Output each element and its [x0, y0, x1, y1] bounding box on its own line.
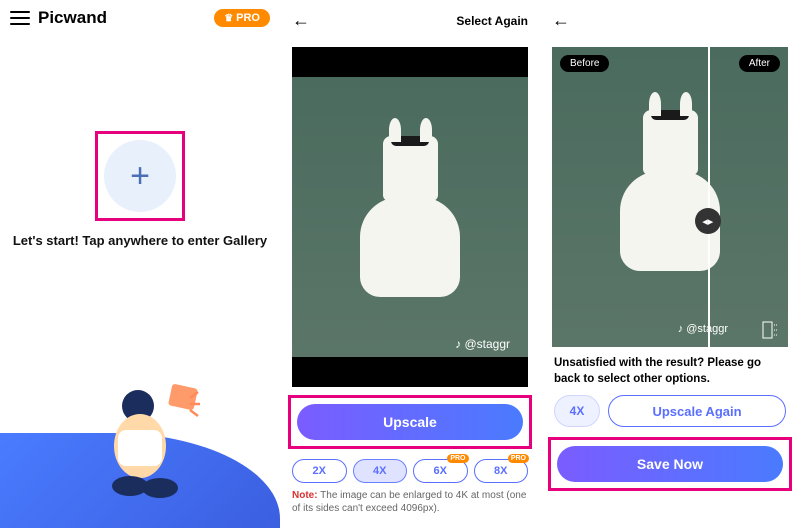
- illustration: [0, 368, 280, 528]
- add-button[interactable]: +: [104, 140, 176, 212]
- save-highlight: Save Now: [548, 437, 792, 491]
- crown-icon: ♛: [224, 13, 233, 24]
- resize-icon[interactable]: [762, 321, 780, 339]
- unsatisfied-text: Unsatisfied with the result? Please go b…: [554, 355, 786, 387]
- before-label: Before: [560, 55, 609, 72]
- app-title: Picwand: [38, 8, 206, 28]
- compare-handle[interactable]: ◂▸: [695, 208, 721, 234]
- pro-tag-icon: PRO: [447, 454, 468, 463]
- upscale-highlight: Upscale: [288, 395, 532, 449]
- plus-icon: +: [130, 157, 150, 196]
- upscale-again-button[interactable]: Upscale Again: [608, 395, 786, 427]
- scale-6x[interactable]: 6XPRO: [413, 459, 468, 483]
- image-preview: ♪ @staggr: [292, 47, 528, 387]
- menu-icon[interactable]: [10, 11, 30, 25]
- back-icon[interactable]: ←: [552, 10, 570, 31]
- pro-tag-icon: PRO: [508, 454, 529, 463]
- note-text: Note: The image can be enlarged to 4K at…: [292, 489, 528, 515]
- pro-badge[interactable]: ♛PRO: [214, 9, 270, 27]
- back-icon[interactable]: ←: [292, 10, 310, 31]
- compare-preview: Before After ◂▸ ♪ @staggr: [552, 47, 788, 347]
- add-highlight: +: [95, 131, 185, 221]
- after-label: After: [739, 55, 780, 72]
- start-text: Let's start! Tap anywhere to enter Galle…: [13, 233, 267, 248]
- scale-8x[interactable]: 8XPRO: [474, 459, 529, 483]
- upscale-button[interactable]: Upscale: [297, 404, 523, 440]
- scale-2x[interactable]: 2X: [292, 459, 347, 483]
- scale-4x[interactable]: 4X: [353, 459, 408, 483]
- watermark: ♪ @staggr: [455, 337, 510, 351]
- select-again-link[interactable]: Select Again: [456, 14, 528, 28]
- watermark: ♪ @staggr: [678, 323, 728, 335]
- scale-chip: 4X: [554, 395, 600, 427]
- compare-divider: [708, 47, 710, 347]
- save-now-button[interactable]: Save Now: [557, 446, 783, 482]
